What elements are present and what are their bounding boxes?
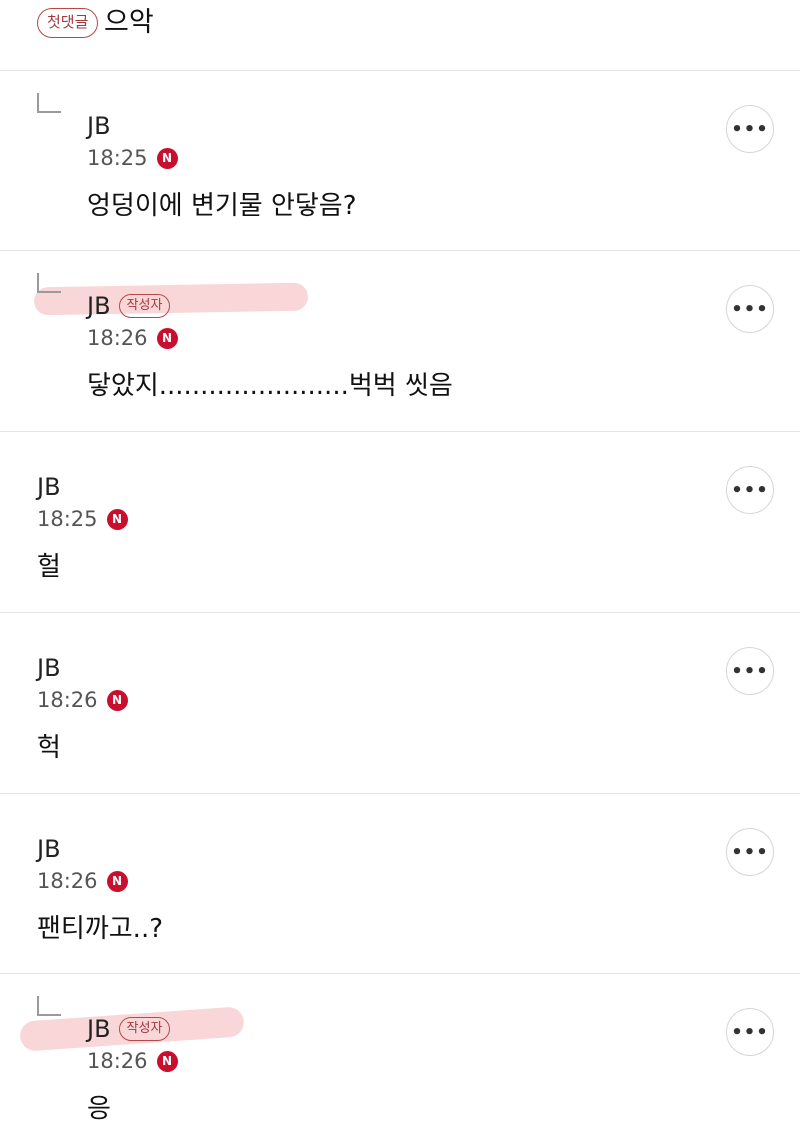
comment-time: 18:26 <box>87 1049 148 1073</box>
more-options-button[interactable]: ••• <box>726 466 774 514</box>
comment-meta: 18:26 N <box>87 1048 178 1074</box>
comment-time: 18:25 <box>37 507 98 531</box>
comment-time: 18:26 <box>87 326 148 350</box>
more-options-button[interactable]: ••• <box>726 828 774 876</box>
comment-time: 18:25 <box>87 146 148 170</box>
author-name[interactable]: JB <box>37 653 61 683</box>
more-options-button[interactable]: ••• <box>726 647 774 695</box>
author-name[interactable]: JB <box>37 472 61 502</box>
comment-reply: JB 작성자 18:26 N 닿았지......................… <box>0 251 800 432</box>
reply-arrow-icon <box>37 93 61 113</box>
comment: JB 18:25 N 헐 ••• <box>0 432 800 613</box>
comment-author[interactable]: JB 작성자 <box>87 1014 171 1044</box>
comment-meta: 18:26 N <box>37 687 128 713</box>
new-icon: N <box>156 1050 178 1072</box>
author-name[interactable]: JB <box>37 834 61 864</box>
author-name[interactable]: JB <box>87 291 111 321</box>
comment-author[interactable]: JB <box>37 834 61 864</box>
highlight-mark <box>33 282 309 316</box>
more-options-button[interactable]: ••• <box>726 285 774 333</box>
writer-badge: 작성자 <box>118 1017 171 1041</box>
comment-author[interactable]: JB <box>37 472 61 502</box>
writer-badge: 작성자 <box>118 294 171 318</box>
comment-text: 팬티까고..? <box>37 914 164 944</box>
comment-text: 닿았지.......................벅벅 씻음 <box>87 371 453 401</box>
comment-text: 으악 <box>104 7 154 38</box>
reply-arrow-icon <box>37 273 61 293</box>
new-icon: N <box>106 508 128 530</box>
comment-reply: JB 작성자 18:26 N 응 ••• <box>0 974 800 1127</box>
comment-text: 엉덩이에 변기물 안닿음? <box>87 191 357 221</box>
comment-meta: 18:25 N <box>87 145 178 171</box>
more-options-button[interactable]: ••• <box>726 1008 774 1056</box>
comment-author[interactable]: JB <box>87 111 111 141</box>
comment-author[interactable]: JB <box>37 653 61 683</box>
comment-time: 18:26 <box>37 688 98 712</box>
more-options-button[interactable]: ••• <box>726 105 774 153</box>
comment-meta: 18:26 N <box>37 868 128 894</box>
comment-text: 응 <box>87 1094 111 1124</box>
new-icon: N <box>106 689 128 711</box>
new-icon: N <box>106 870 128 892</box>
author-name[interactable]: JB <box>87 111 111 141</box>
author-name[interactable]: JB <box>87 1014 111 1044</box>
comment-text: 헐 <box>37 552 61 582</box>
top-comment: 첫댓글 으악 <box>0 0 800 71</box>
comment: JB 18:26 N 팬티까고..? ••• <box>0 794 800 974</box>
comment-meta: 18:26 N <box>87 325 178 351</box>
reply-arrow-icon <box>37 996 61 1016</box>
comment-author[interactable]: JB 작성자 <box>87 291 171 321</box>
first-comment-badge: 첫댓글 <box>37 8 99 38</box>
comment: JB 18:26 N 헉 ••• <box>0 613 800 794</box>
comment-meta: 18:25 N <box>37 506 128 532</box>
new-icon: N <box>156 327 178 349</box>
new-icon: N <box>156 147 178 169</box>
comment-time: 18:26 <box>37 869 98 893</box>
comment-reply: JB 18:25 N 엉덩이에 변기물 안닿음? ••• <box>0 71 800 251</box>
comment-text: 헉 <box>37 733 61 763</box>
